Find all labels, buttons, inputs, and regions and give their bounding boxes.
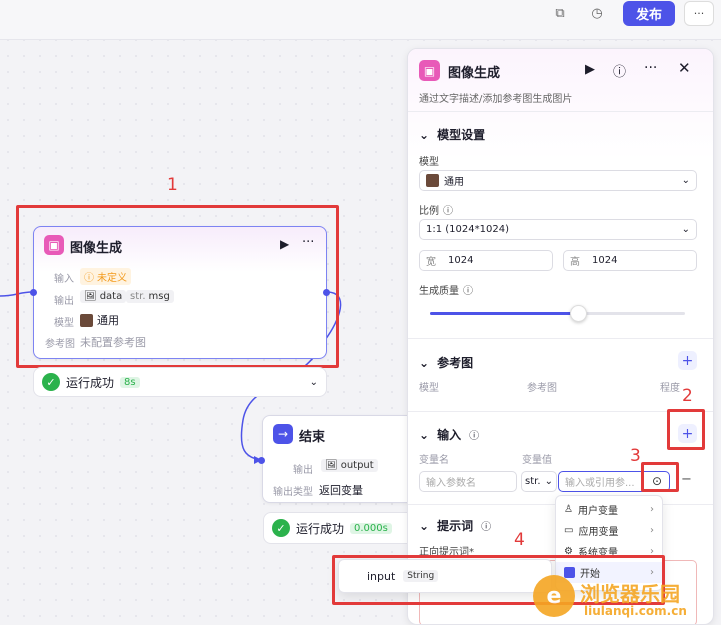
column-header: 变量值	[522, 455, 552, 466]
info-icon[interactable]: ⓘ	[443, 202, 453, 217]
var-name-input[interactable]: 输入参数名	[419, 471, 517, 492]
menu-item-app-vars[interactable]: ▭ 应用变量 ›	[556, 520, 662, 541]
input-port[interactable]	[258, 457, 265, 464]
run-status-bar[interactable]: ✓ 运行成功 8s ⌄	[33, 367, 327, 397]
section-prompt[interactable]: ⌄ 提示词 ⓘ	[419, 517, 491, 534]
var-type-select[interactable]: str. ⌄	[521, 471, 557, 492]
field-label: 模型	[419, 157, 439, 168]
column-header: 程度	[660, 383, 680, 394]
time-badge: 8s	[120, 376, 140, 388]
help-icon[interactable]: ⓘ	[613, 61, 626, 80]
annotation-number: 4	[514, 530, 525, 550]
width-input[interactable]: 宽 1024	[419, 250, 553, 271]
chevron-down-icon: ⌄	[681, 175, 690, 186]
info-icon[interactable]: ⓘ	[469, 427, 479, 442]
info-icon[interactable]: ⓘ	[463, 282, 473, 297]
field-label: 比例 ⓘ	[419, 202, 453, 217]
more-icon[interactable]: ···	[644, 60, 657, 76]
field-label: 生成质量 ⓘ	[419, 282, 473, 297]
chevron-down-icon: ⌄	[544, 476, 553, 487]
annotation-box-2	[667, 409, 705, 450]
image-icon: 🖼	[325, 460, 338, 471]
chevron-down-icon: ⌄	[419, 518, 430, 533]
end-node[interactable]: → 结束 输出 🖼 output 输出类型 返回变量	[262, 415, 422, 503]
quality-slider-fill	[430, 312, 578, 315]
type-value: 返回变量	[319, 484, 363, 497]
column-header: 参考图	[527, 383, 557, 394]
image-icon: ▣	[419, 60, 440, 81]
quality-slider-thumb[interactable]	[569, 305, 587, 322]
annotation-number: 1	[167, 175, 178, 195]
column-header: 变量名	[419, 455, 449, 466]
time-badge: 0.000s	[350, 522, 392, 534]
divider	[408, 111, 713, 112]
chevron-down-icon: ⌄	[419, 427, 430, 442]
chevron-down-icon: ⌄	[419, 355, 430, 370]
remove-icon[interactable]: −	[681, 472, 692, 487]
panel-description: 通过文字描述/添加参考图生成图片	[419, 94, 573, 105]
column-header: 模型	[419, 383, 439, 394]
node-title: 结束	[299, 430, 326, 445]
end-icon: →	[273, 424, 293, 444]
divider	[408, 338, 713, 339]
check-icon: ✓	[42, 373, 60, 391]
section-model[interactable]: ⌄ 模型设置	[419, 126, 485, 143]
watermark-logo: e	[533, 575, 575, 617]
section-reference[interactable]: ⌄ 参考图	[419, 354, 473, 371]
section-input[interactable]: ⌄ 输入 ⓘ	[419, 426, 479, 443]
status-text: 运行成功	[66, 375, 115, 390]
user-icon: ♙	[564, 504, 573, 515]
annotation-number: 3	[630, 446, 641, 466]
panel-title: 图像生成	[448, 66, 501, 81]
chevron-right-icon: ›	[650, 504, 654, 515]
chevron-right-icon: ›	[650, 525, 654, 536]
model-select[interactable]: 通用 ⌄	[419, 170, 697, 191]
chevron-down-icon: ⌄	[681, 224, 690, 235]
annotation-number: 2	[682, 386, 693, 406]
model-avatar	[426, 174, 439, 187]
row-label: 输出类型	[273, 487, 313, 498]
add-reference-button[interactable]: +	[678, 351, 697, 370]
output-tag: 🖼 output	[321, 459, 378, 472]
check-icon: ✓	[272, 519, 290, 537]
annotation-box-3	[641, 462, 679, 492]
close-icon[interactable]: ✕	[678, 59, 691, 77]
menu-item-user-vars[interactable]: ♙ 用户变量 ›	[556, 499, 662, 520]
chevron-down-icon: ⌄	[419, 127, 430, 142]
height-input[interactable]: 高 1024	[563, 250, 697, 271]
ratio-select[interactable]: 1:1 (1024*1024) ⌄	[419, 219, 697, 240]
annotation-box-1	[16, 205, 339, 368]
chevron-down-icon[interactable]: ⌄	[310, 377, 318, 388]
info-icon[interactable]: ⓘ	[481, 518, 491, 533]
row-label: 输出	[293, 465, 313, 476]
run-icon[interactable]: ▶	[585, 62, 595, 77]
folder-icon: ▭	[564, 525, 574, 536]
watermark-title: 浏览器乐园	[580, 582, 680, 606]
watermark-url: liulanqi.com.cn	[584, 604, 687, 618]
status-text: 运行成功	[296, 521, 345, 536]
end-status-bar[interactable]: ✓ 运行成功 0.000s	[263, 512, 423, 544]
quality-slider-track[interactable]	[430, 305, 685, 322]
